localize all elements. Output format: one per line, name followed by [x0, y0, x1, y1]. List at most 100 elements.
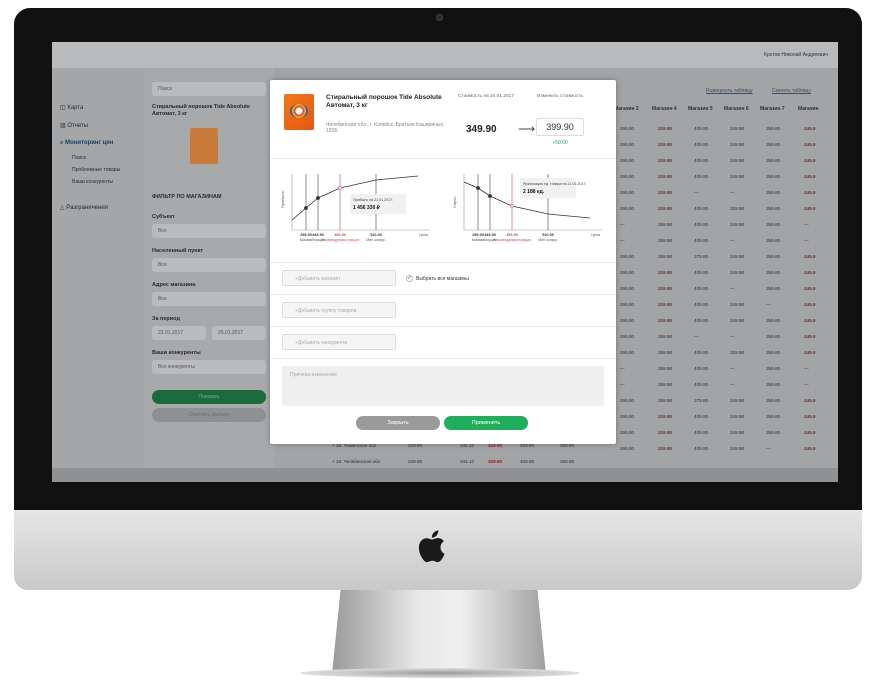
table-cell: + 19. Челябинская обл [332, 459, 381, 464]
address-select[interactable]: Все [152, 292, 266, 306]
table-cell: 359.90 [766, 414, 781, 419]
period-label: За период [152, 316, 180, 322]
table-cell: — [620, 382, 625, 387]
table-cell: 349.90 [730, 270, 745, 275]
date-to-input[interactable]: 25.01.2017 [212, 326, 266, 340]
table-cell: 299.90 [620, 414, 635, 419]
table-cell: 345.9 [804, 142, 816, 147]
expand-table-link[interactable]: Развернуть таблицу [706, 88, 753, 94]
sidebar-item-map[interactable]: ◫ Карта [60, 104, 83, 111]
column-header[interactable]: Магазин 6 [724, 106, 749, 112]
download-table-link[interactable]: Скачать таблицу [772, 88, 811, 94]
table-cell: — [730, 334, 735, 339]
table-cell: 349.9 [804, 334, 816, 339]
stand-shadow [300, 668, 580, 678]
demand-chart: Спрос Реализация ед. товара на 21.01.2017… [452, 174, 602, 242]
table-cell: 359.90 [560, 459, 575, 464]
table-cell: 299.90 [620, 286, 635, 291]
table-cell: 359.90 [658, 238, 673, 243]
table-cell: 409.90 [694, 430, 709, 435]
sidebar-subitem-problem[interactable]: Проблемные товары [72, 167, 120, 173]
table-cell: 349.90 [730, 446, 745, 451]
table-cell: 329.90 [730, 206, 745, 211]
screen-bottom-bar [52, 468, 838, 482]
add-competitor-input[interactable]: +Добавить конкурента [282, 334, 396, 350]
tick-label: 349.90 [484, 233, 496, 237]
sidebar-item-monitoring[interactable]: ⌕ Мониторинг цен [60, 140, 113, 147]
table-cell: 359.90 [658, 254, 673, 259]
data-point [316, 196, 320, 200]
competitors-select[interactable]: Все конкуренты [152, 360, 266, 374]
table-cell: 359.90 [766, 398, 781, 403]
table-cell: — [730, 382, 735, 387]
profit-chart: Прибыль Прибыль на 21.01.2017: 1 456 330 ₽… [280, 174, 430, 242]
add-group-input[interactable]: +Добавить группу товаров [282, 302, 396, 318]
table-cell: 409.90 [694, 222, 709, 227]
table-cell: 349.90 [730, 430, 745, 435]
table-cell: 329.90 [658, 414, 673, 419]
table-cell: 349.90 [408, 459, 423, 464]
clear-filter-button[interactable]: Очистить фильтр [152, 408, 266, 422]
tick-label: 299.90 [472, 233, 484, 237]
column-header[interactable]: Магазин 2 [614, 106, 639, 112]
table-cell: 299.90 [620, 318, 635, 323]
table-cell: 359.90 [766, 286, 781, 291]
date-from-input[interactable]: 22.01.2017 [152, 326, 206, 340]
table-cell: — [730, 366, 735, 371]
table-cell: 345.9 [804, 190, 816, 195]
table-cell: 359.90 [766, 206, 781, 211]
column-header[interactable]: Магазин [798, 106, 819, 112]
table-cell: 329.90 [658, 174, 673, 179]
table-cell: 359.90 [766, 158, 781, 163]
table-cell: 299.90 [620, 334, 635, 339]
modal-store-address: Челябинская обл., г. Копейск, Братьев Ка… [326, 122, 445, 134]
tick-label: 510.00 [370, 233, 382, 237]
table-cell: 329.90 [658, 158, 673, 163]
column-header[interactable]: Магазин 4 [652, 106, 677, 112]
table-cell: 409.90 [694, 142, 709, 147]
new-price-input[interactable]: 399.90 [536, 118, 584, 136]
show-button[interactable]: Показать [152, 390, 266, 404]
camera-icon [436, 14, 443, 21]
table-cell: 349.90 [730, 414, 745, 419]
table-cell: 329.90 [658, 430, 673, 435]
table-cell: 349.90 [730, 222, 745, 227]
subject-select[interactable]: Все [152, 224, 266, 238]
apply-button[interactable]: Применить [444, 416, 528, 430]
city-select[interactable]: Все [152, 258, 266, 272]
table-cell: 359.90 [766, 366, 781, 371]
table-cell: 349.9 [804, 350, 816, 355]
table-cell: — [620, 222, 625, 227]
table-cell: 299.90 [620, 398, 635, 403]
table-cell: 345.9 [804, 158, 816, 163]
sidebar-item-reports[interactable]: ▥ Отчеты [60, 122, 88, 129]
add-store-input[interactable]: +Добавить магазин [282, 270, 396, 286]
table-cell: 299.90 [620, 430, 635, 435]
close-button[interactable]: Закрыть [356, 416, 440, 430]
table-cell: — [804, 238, 809, 243]
sidebar-subitem-search[interactable]: Поиск [72, 155, 86, 161]
tooltip-value: 1 456 330 ₽ [353, 205, 381, 211]
table-cell: 409.90 [694, 174, 709, 179]
table-cell: 359.90 [658, 350, 673, 355]
search-input[interactable]: Поиск [152, 82, 266, 96]
tick-label: 349.90 [312, 233, 324, 237]
column-header[interactable]: Магазин 7 [760, 106, 785, 112]
table-cell: 359.90 [658, 334, 673, 339]
table-cell: 359.90 [766, 334, 781, 339]
column-header[interactable]: Магазин 5 [688, 106, 713, 112]
sidebar-subitem-competitors[interactable]: Ваши конкуренты [72, 179, 113, 185]
divider [270, 326, 616, 327]
tick-sublabel: Мин. конкур. [366, 238, 385, 242]
table-cell: 359.90 [658, 366, 673, 371]
x-axis-unit: Цена [419, 233, 428, 237]
select-all-checkbox[interactable]: ✓ Выбрать все магазины [406, 275, 469, 282]
table-cell: 409.90 [694, 414, 709, 419]
reason-textarea[interactable]: Причина изменения [282, 366, 604, 406]
user-name[interactable]: Кротов Николай Андреевич [764, 52, 828, 58]
sidebar-item-permissions[interactable]: △ Разграничения [60, 204, 108, 211]
table-cell: 299.90 [620, 350, 635, 355]
table-cell: 379.90 [694, 398, 709, 403]
table-cell: 349.90 [730, 142, 745, 147]
table-cell: 409.90 [694, 238, 709, 243]
